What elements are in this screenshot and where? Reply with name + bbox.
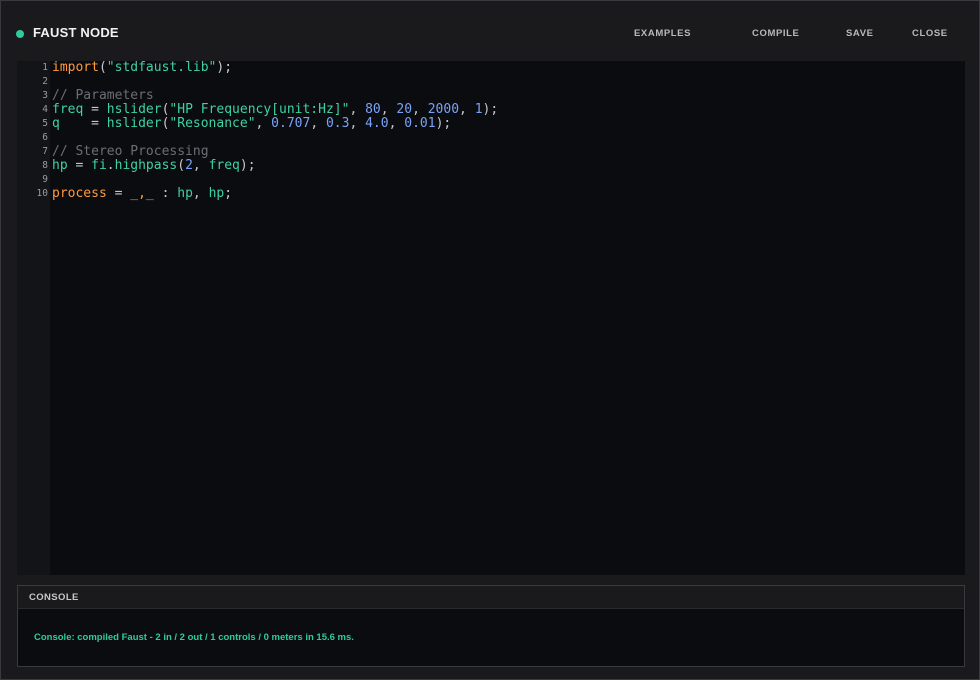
- line-number-gutter: 1 2 3 4 5 6 7 8 9 10: [17, 61, 50, 575]
- code-token: );: [482, 102, 499, 117]
- save-button[interactable]: SAVE: [846, 28, 874, 39]
- code-token: .: [106, 158, 115, 173]
- code-token: freq: [52, 102, 84, 117]
- code-token: import: [52, 60, 99, 75]
- line-number: 2: [42, 76, 48, 87]
- code-token: _,_: [130, 186, 154, 201]
- code-token: hp: [208, 186, 225, 201]
- code-token: hp: [177, 186, 193, 201]
- code-token: ,: [459, 102, 475, 117]
- code-token: 4.0: [365, 116, 389, 131]
- line-number: 7: [42, 146, 48, 157]
- code-line[interactable]: process = _,_ : hp, hp;: [52, 187, 232, 201]
- code-token: 1: [474, 102, 483, 117]
- code-token: hp: [52, 158, 68, 173]
- code-token: 2000: [427, 102, 460, 117]
- code-token: =: [67, 158, 92, 173]
- code-token: :: [153, 186, 178, 201]
- code-token: );: [239, 158, 256, 173]
- code-token: ,: [388, 116, 405, 131]
- code-token: fi: [91, 158, 107, 173]
- compile-button[interactable]: COMPILE: [752, 28, 799, 39]
- code-token: 0.707: [271, 116, 311, 131]
- line-number: 1: [42, 62, 48, 73]
- code-token: // Stereo Processing: [52, 144, 209, 159]
- code-token: // Parameters: [52, 88, 154, 103]
- code-line[interactable]: hp = fi.highpass(2, freq);: [52, 159, 256, 173]
- code-token: ,: [349, 102, 366, 117]
- code-token: freq: [208, 158, 240, 173]
- code-token: 2: [185, 158, 193, 173]
- header-bar: FAUST NODE EXAMPLES COMPILE SAVE CLOSE: [1, 1, 979, 61]
- code-token: ,: [192, 186, 209, 201]
- code-token: 80: [365, 102, 381, 117]
- code-token: 0.3: [325, 116, 350, 131]
- code-token: );: [216, 60, 233, 75]
- examples-button[interactable]: EXAMPLES: [634, 28, 691, 39]
- code-token: ,: [380, 102, 397, 117]
- code-token: "HP Frequency[unit:Hz]": [169, 102, 350, 117]
- code-editor[interactable]: 1 2 3 4 5 6 7 8 9 10 import("stdfaust.lib");// Pa…: [17, 61, 965, 575]
- code-token: hslider: [106, 102, 162, 117]
- code-token: process: [52, 186, 107, 201]
- code-token: ;: [224, 186, 233, 201]
- code-line[interactable]: // Parameters: [52, 89, 154, 103]
- code-line[interactable]: // Stereo Processing: [52, 145, 209, 159]
- code-token: q: [52, 116, 60, 131]
- code-token: =: [106, 186, 131, 201]
- line-number: 8: [42, 160, 48, 171]
- code-token: ,: [192, 158, 209, 173]
- code-line[interactable]: freq = hslider("HP Frequency[unit:Hz]", …: [52, 103, 498, 117]
- line-number: 5: [42, 118, 48, 129]
- line-number: 3: [42, 90, 48, 101]
- code-token: hslider: [106, 116, 162, 131]
- line-number: 4: [42, 104, 48, 115]
- console-panel: CONSOLE Console: compiled Faust - 2 in /…: [17, 585, 965, 667]
- code-token: (: [98, 60, 107, 75]
- window-title: FAUST NODE: [33, 25, 119, 40]
- console-message: Console: compiled Faust - 2 in / 2 out /…: [34, 632, 354, 643]
- faust-node-window: FAUST NODE EXAMPLES COMPILE SAVE CLOSE 1…: [0, 0, 980, 680]
- line-number: 10: [36, 188, 48, 199]
- console-title: CONSOLE: [29, 592, 79, 603]
- code-token: ,: [255, 116, 272, 131]
- code-token: );: [435, 116, 452, 131]
- code-line[interactable]: import("stdfaust.lib");: [52, 61, 232, 75]
- status-dot-icon: [16, 30, 24, 38]
- console-header: CONSOLE: [18, 586, 964, 609]
- code-token: (: [177, 158, 186, 173]
- code-token: =: [59, 116, 107, 131]
- code-token: ,: [349, 116, 366, 131]
- code-token: 0.01: [404, 116, 436, 131]
- code-token: ,: [412, 102, 428, 117]
- code-token: "Resonance": [169, 116, 256, 131]
- code-token: "stdfaust.lib": [106, 60, 217, 75]
- code-token: 20: [396, 102, 413, 117]
- code-token: =: [83, 102, 107, 117]
- code-token: highpass: [114, 158, 178, 173]
- close-button[interactable]: CLOSE: [912, 28, 948, 39]
- line-number: 6: [42, 132, 48, 143]
- code-line[interactable]: q = hslider("Resonance", 0.707, 0.3, 4.0…: [52, 117, 451, 131]
- code-token: ,: [310, 116, 326, 131]
- line-number: 9: [42, 174, 48, 185]
